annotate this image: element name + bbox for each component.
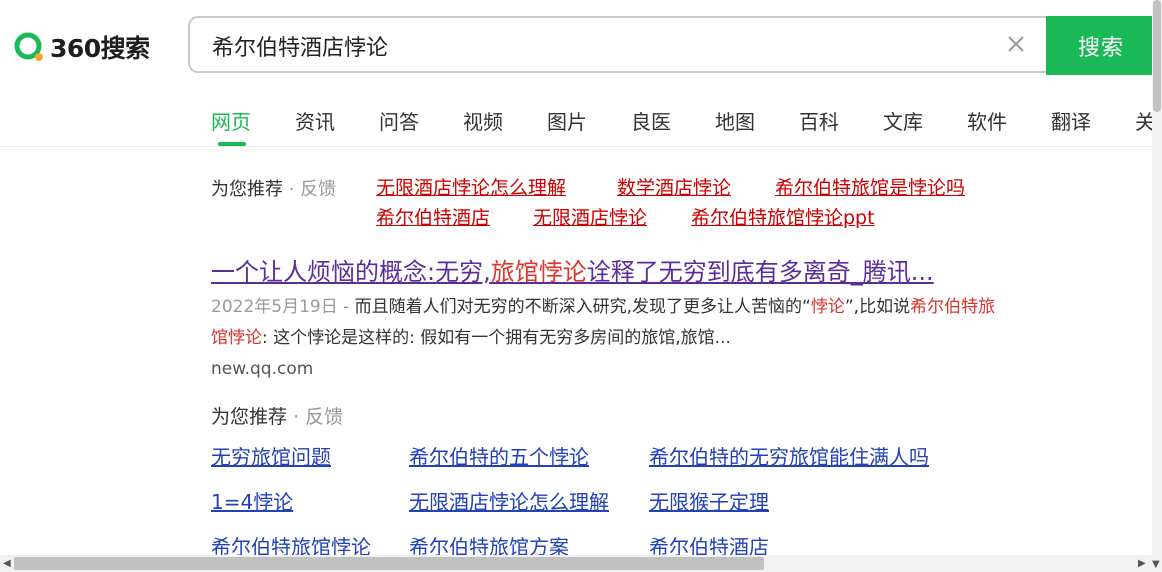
tab-translate[interactable]: 翻译 [1051,106,1091,135]
recommend-link[interactable]: 无限酒店悖论怎么理解 [376,173,566,200]
scroll-down-icon[interactable]: ▼ [1152,559,1160,570]
related-search-link[interactable]: 希尔伯特的五个悖论 [409,441,589,470]
recommend-link[interactable]: 希尔伯特酒店 [376,203,490,230]
tab-news[interactable]: 资讯 [295,106,335,135]
recommend-label: 为您推荐 · 反馈 [211,402,343,429]
tab-wenku[interactable]: 文库 [883,106,923,135]
vertical-scrollbar-thumb[interactable] [1153,0,1161,112]
result-title-part: 一个让人烦恼的概念:无穷, [211,258,491,286]
result-title-highlight: 旅馆悖论 [490,258,587,286]
recommend-title: 为您推荐 [211,179,283,200]
result-date: 2022年5月19日 - [211,297,355,317]
tab-images[interactable]: 图片 [547,106,587,135]
header-divider [0,146,1152,147]
search-button[interactable]: 搜索 [1046,16,1156,75]
recommend-link[interactable]: 希尔伯特旅馆是悖论吗 [775,173,965,200]
nav-tabs: 网页 资讯 问答 视频 图片 良医 地图 百科 文库 软件 翻译 关 [211,106,1162,146]
scroll-right-icon[interactable]: ▶ [1138,558,1146,569]
recommend-title: 为您推荐 [211,406,288,428]
recommend-link[interactable]: 无限酒店悖论 [533,203,647,230]
tab-doctor[interactable]: 良医 [631,106,671,135]
result-url[interactable]: new.qq.com [211,359,313,379]
related-search-link[interactable]: 1=4悖论 [211,486,293,515]
tab-map[interactable]: 地图 [715,106,755,135]
snippet-highlight: 悖论 [810,297,845,317]
clear-icon[interactable] [1002,30,1030,58]
tab-baike[interactable]: 百科 [799,106,839,135]
horizontal-scrollbar-thumb[interactable] [14,557,764,570]
search-box[interactable] [188,16,1046,73]
tab-qa[interactable]: 问答 [379,106,419,135]
result-title-link[interactable]: 一个让人烦恼的概念:无穷,旅馆悖论诠释了无穷到底有多离奇_腾讯... [211,252,934,287]
related-search-link[interactable]: 无限猴子定理 [649,486,769,515]
logo-text: 360搜索 [50,34,150,63]
logo[interactable]: 360搜索 [12,29,150,65]
snippet-text: ”,比如说 [844,297,911,317]
result-snippet: 2022年5月19日 - 而且随着人们对无穷的不断深入研究,发现了更多让人苦恼的… [211,292,1011,354]
tab-software[interactable]: 软件 [967,106,1007,135]
scroll-left-icon[interactable]: ◀ [3,558,11,569]
recommend-link[interactable]: 希尔伯特旅馆悖论ppt [691,203,875,230]
tab-video[interactable]: 视频 [463,106,503,135]
feedback-link[interactable]: · 反馈 [293,406,343,428]
snippet-text: : 这个悖论是这样的: 假如有一个拥有无穷多房间的旅馆,旅馆... [262,328,731,348]
related-search-link[interactable]: 无限酒店悖论怎么理解 [409,486,609,515]
feedback-link[interactable]: · 反馈 [289,179,336,200]
related-search-link[interactable]: 无穷旅馆问题 [211,441,331,470]
related-search-link[interactable]: 希尔伯特的无穷旅馆能住满人吗 [649,441,929,470]
search-input[interactable] [210,26,974,66]
snippet-text: 而且随着人们对无穷的不断深入研究,发现了更多让人苦恼的“ [354,297,811,317]
logo-icon [14,32,43,61]
recommend-link[interactable]: 数学酒店悖论 [617,173,731,200]
tab-web[interactable]: 网页 [211,106,251,135]
result-title-part: 诠释了无穷到底有多离奇_腾讯... [586,258,934,286]
recommend-label: 为您推荐 · 反馈 [211,175,336,201]
